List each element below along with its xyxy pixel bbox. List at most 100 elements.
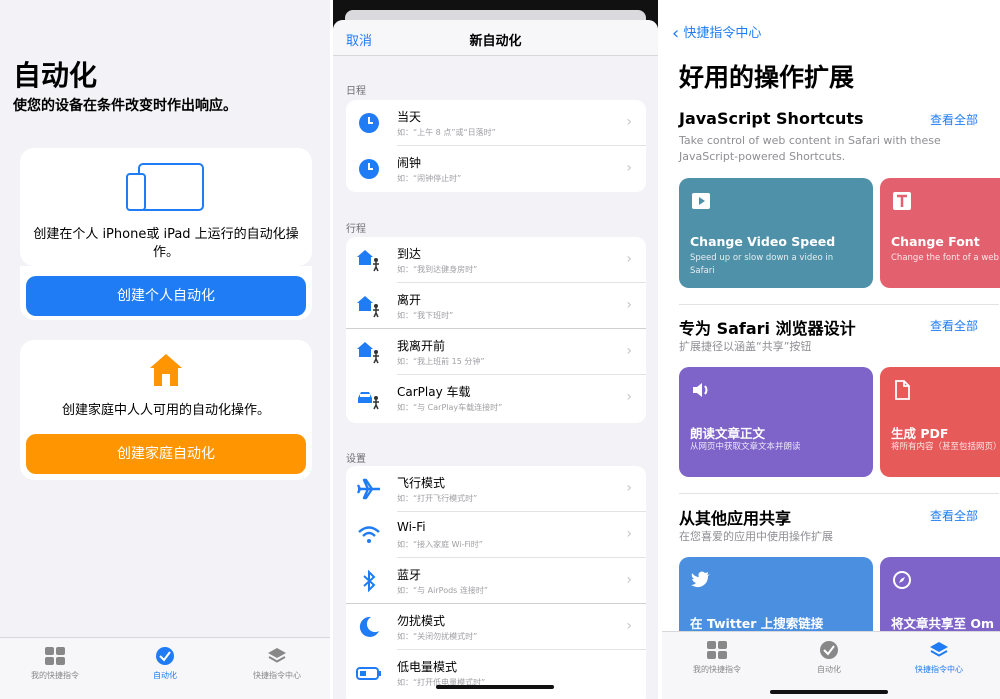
row-subtitle: 如：“与 CarPlay车载连接时” bbox=[397, 403, 503, 412]
twitter-icon bbox=[691, 571, 710, 588]
shortcut-tile[interactable]: 朗读文章正文 从网页中获取文章文本并朗读 bbox=[679, 367, 873, 477]
chevron-right-icon: › bbox=[626, 343, 632, 359]
gallery-screen: ‹ 快捷指令中心 好用的操作扩展 JavaScript Shortcuts 查看… bbox=[662, 0, 1000, 699]
back-label: 快捷指令中心 bbox=[683, 26, 762, 41]
shortcut-tile[interactable]: Change Video Speed Speed up or slow down… bbox=[679, 178, 873, 288]
document-icon bbox=[895, 380, 910, 400]
row-alarm[interactable]: 闹钟 如：“闹钟停止时” › bbox=[346, 146, 646, 192]
row-before-leave[interactable]: 我离开前 如：“我上班前 15 分钟” › bbox=[346, 329, 646, 375]
row-subtitle: 如：“闹钟停止时” bbox=[397, 174, 462, 183]
new-automation-screen: 取消 新自动化 日程 当天 如：“上午 8 点”或“日落时” › 闹钟 如：“闹… bbox=[333, 0, 658, 699]
row-leave[interactable]: 离开 如：“我下班时” › bbox=[346, 283, 646, 329]
row-title: 当天 bbox=[397, 110, 422, 124]
tile-title: 生成 PDF bbox=[891, 426, 949, 441]
tile-title: 在 Twitter 上搜索链接 bbox=[690, 616, 824, 631]
chevron-right-icon: › bbox=[626, 389, 632, 405]
row-time-of-day[interactable]: 当天 如：“上午 8 点”或“日落时” › bbox=[346, 100, 646, 146]
tab-label: 自动化 bbox=[817, 665, 841, 674]
tab-automation[interactable]: 自动化 bbox=[120, 646, 210, 681]
tab-gallery[interactable]: 快捷指令中心 bbox=[232, 646, 322, 681]
home-icon bbox=[150, 354, 182, 386]
battery-icon bbox=[356, 667, 381, 680]
page-title: 自动化 bbox=[13, 59, 98, 92]
airplane-icon bbox=[356, 478, 380, 500]
clock-icon bbox=[359, 159, 379, 179]
tab-gallery[interactable]: 快捷指令中心 bbox=[894, 640, 984, 675]
grid-icon bbox=[707, 641, 727, 659]
row-airplane-mode[interactable]: 飞行模式 如：“打开飞行模式时” › bbox=[346, 466, 646, 512]
nav-bar: 取消 新自动化 bbox=[333, 20, 658, 56]
text-icon bbox=[893, 192, 911, 210]
see-all-link[interactable]: 查看全部 bbox=[930, 507, 978, 524]
section-header: 日程 bbox=[346, 86, 366, 97]
row-subtitle: 如：“打开飞行模式时” bbox=[397, 494, 478, 503]
moon-icon bbox=[359, 616, 379, 637]
home-person-icon bbox=[357, 296, 379, 318]
settings-group: 飞行模式 如：“打开飞行模式时” › Wi-Fi 如：“接入家庭 Wi-Fi时”… bbox=[346, 466, 646, 699]
row-wifi[interactable]: Wi-Fi 如：“接入家庭 Wi-Fi时” › bbox=[346, 512, 646, 558]
row-title: 飞行模式 bbox=[397, 476, 446, 490]
home-person-icon bbox=[357, 342, 379, 364]
tab-my-shortcuts[interactable]: 我的快捷指令 bbox=[10, 646, 100, 681]
wifi-icon bbox=[358, 526, 380, 543]
schedule-group: 当天 如：“上午 8 点”或“日落时” › 闹钟 如：“闹钟停止时” › bbox=[346, 100, 646, 192]
row-low-power[interactable]: 低电量模式 如：“打开低电量模式时” bbox=[346, 650, 646, 696]
tile-title: Change Video Speed bbox=[690, 234, 836, 249]
chevron-right-icon: › bbox=[626, 114, 632, 130]
row-title: 离开 bbox=[397, 293, 422, 307]
create-home-automation-button[interactable]: 创建家庭自动化 bbox=[26, 434, 306, 474]
row-subtitle: 如：“关闭勿扰模式时” bbox=[397, 632, 478, 641]
grid-icon bbox=[45, 647, 65, 665]
shortcut-tile[interactable]: Change Font Change the font of a web pag… bbox=[880, 178, 1000, 288]
shortcut-tile[interactable]: 生成 PDF 将所有内容（甚至包括网页）转换为 PDF bbox=[880, 367, 1000, 477]
section-title: 专为 Safari 浏览器设计 bbox=[679, 319, 856, 338]
row-title: CarPlay 车载 bbox=[397, 385, 471, 399]
tab-automation[interactable]: 自动化 bbox=[784, 640, 874, 675]
home-indicator bbox=[436, 685, 554, 689]
chevron-right-icon: › bbox=[626, 297, 632, 313]
play-icon bbox=[692, 193, 710, 209]
row-subtitle: 如：“我上班前 15 分钟” bbox=[397, 357, 485, 366]
chevron-right-icon: › bbox=[626, 160, 632, 176]
page-subtitle: 使您的设备在条件改变时作出响应。 bbox=[13, 98, 237, 114]
row-title: 我离开前 bbox=[397, 339, 446, 353]
section-header: 行程 bbox=[346, 224, 366, 235]
see-all-link[interactable]: 查看全部 bbox=[930, 317, 978, 334]
row-title: 蓝牙 bbox=[397, 568, 422, 582]
clock-icon bbox=[359, 113, 379, 133]
layers-icon bbox=[930, 642, 948, 657]
section-header: 设置 bbox=[346, 454, 366, 465]
row-bluetooth[interactable]: 蓝牙 如：“与 AirPods 连接时” › bbox=[346, 558, 646, 604]
home-person-icon bbox=[357, 250, 379, 272]
car-person-icon bbox=[358, 392, 379, 410]
home-automation-card: 创建家庭中人人可用的自动化操作。 创建家庭自动化 bbox=[20, 340, 312, 480]
tab-label: 我的快捷指令 bbox=[31, 671, 79, 680]
bluetooth-icon bbox=[363, 569, 376, 593]
row-do-not-disturb[interactable]: 勿扰模式 如：“关闭勿扰模式时” › bbox=[346, 604, 646, 650]
tile-title: Change Font bbox=[891, 234, 980, 249]
tab-my-shortcuts[interactable]: 我的快捷指令 bbox=[672, 640, 762, 675]
tab-label: 快捷指令中心 bbox=[253, 671, 301, 680]
nav-title: 新自动化 bbox=[469, 34, 522, 49]
layers-icon bbox=[268, 648, 286, 663]
row-subtitle: 如：“与 AirPods 连接时” bbox=[397, 586, 489, 595]
row-title: 到达 bbox=[397, 247, 422, 261]
tab-label: 自动化 bbox=[153, 671, 177, 680]
tab-label: 我的快捷指令 bbox=[693, 665, 741, 674]
back-button[interactable]: ‹ 快捷指令中心 bbox=[672, 22, 761, 44]
row-subtitle: 如：“我到达健身房时” bbox=[397, 265, 478, 274]
row-subtitle: 如：“我下班时” bbox=[397, 311, 454, 320]
page-title: 好用的操作扩展 bbox=[679, 63, 855, 92]
speaker-icon bbox=[693, 383, 708, 397]
section-title: JavaScript Shortcuts bbox=[679, 109, 864, 128]
see-all-link[interactable]: 查看全部 bbox=[930, 111, 978, 128]
row-carplay[interactable]: CarPlay 车载 如：“与 CarPlay车载连接时” › bbox=[346, 375, 646, 421]
chevron-right-icon: › bbox=[626, 618, 632, 634]
row-title: 闹钟 bbox=[397, 156, 422, 170]
section-description: 扩展捷径以涵盖“共享”按钮 bbox=[679, 340, 812, 353]
checkmark-clock-icon bbox=[156, 647, 174, 665]
create-personal-automation-button[interactable]: 创建个人自动化 bbox=[26, 276, 306, 316]
row-arrive[interactable]: 到达 如：“我到达健身房时” › bbox=[346, 237, 646, 283]
tile-subtitle: 将所有内容（甚至包括网页）转换为 PDF bbox=[891, 442, 1000, 452]
new-automation-sheet: 取消 新自动化 日程 当天 如：“上午 8 点”或“日落时” › 闹钟 如：“闹… bbox=[333, 20, 658, 699]
